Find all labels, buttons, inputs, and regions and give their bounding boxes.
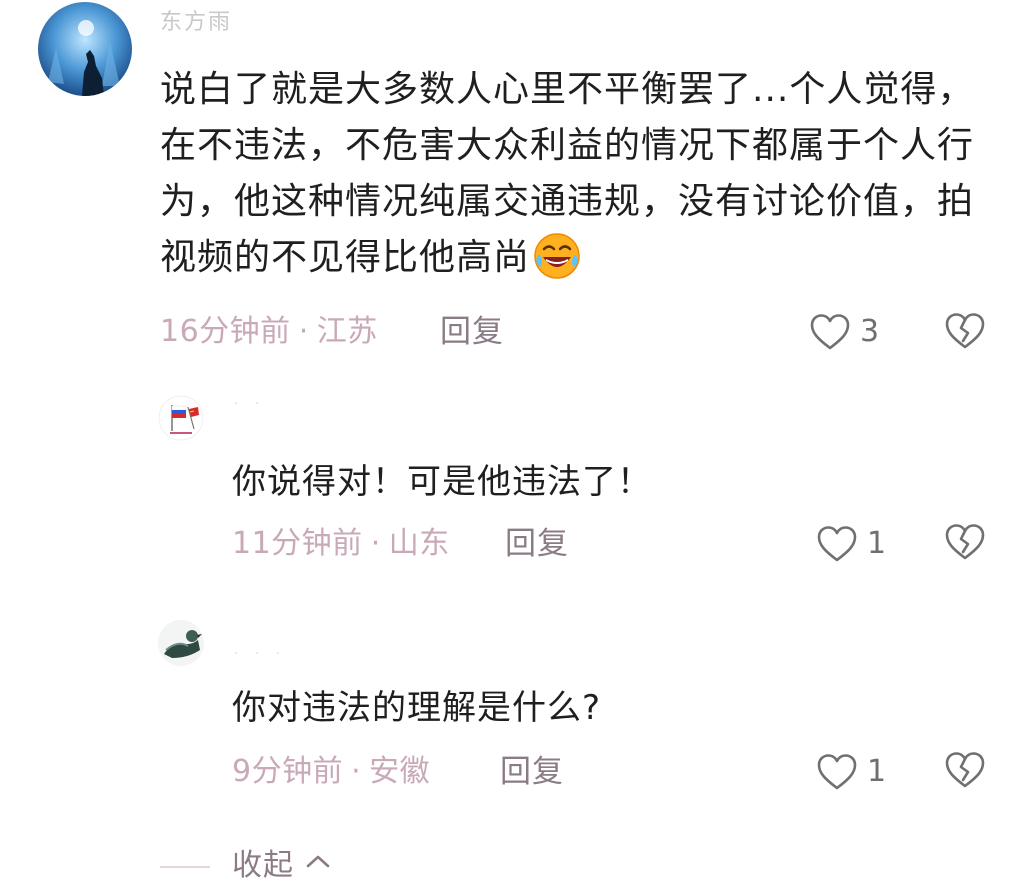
comment-meta: 9分钟前 · 安徽 (232, 752, 430, 792)
heart-icon (817, 754, 857, 790)
heart-icon (810, 314, 850, 350)
meta-separator: · (351, 754, 362, 789)
location: 山东 (388, 526, 450, 561)
timestamp: 9分钟前 (232, 754, 344, 789)
dislike-button[interactable] (943, 522, 987, 566)
location: 安徽 (369, 754, 431, 789)
like-button[interactable]: 1 (815, 522, 887, 566)
comment-meta: 11分钟前 · 山东 (232, 524, 450, 564)
username-placeholder: · · (234, 396, 266, 412)
collapse-label: 收起 (232, 848, 294, 883)
reply-button[interactable]: 回复 (500, 752, 564, 792)
comment-text: 说白了就是大多数人心里不平衡罢了...个人觉得，在不违法，不危害大众利益的情况下… (160, 62, 1000, 286)
reply-text: 你说得对！可是他违法了！ (232, 462, 652, 502)
reply-button[interactable]: 回复 (505, 524, 569, 564)
avatar[interactable] (38, 2, 132, 96)
broken-heart-icon (945, 313, 985, 349)
avatar[interactable] (158, 620, 204, 666)
chevron-up-icon (305, 853, 331, 873)
broken-heart-icon (945, 524, 985, 560)
like-button[interactable]: 3 (808, 310, 888, 354)
dislike-button[interactable] (943, 311, 987, 355)
username-placeholder: · · · (234, 646, 287, 662)
meta-separator: · (370, 526, 381, 561)
face-with-tears-of-joy-icon (532, 231, 582, 281)
like-count: 1 (867, 526, 887, 561)
timestamp: 16分钟前 (160, 314, 291, 349)
reply-text: 你对违法的理解是什么? (232, 688, 602, 728)
meta-separator: · (298, 314, 309, 349)
dislike-button[interactable] (943, 750, 987, 794)
broken-heart-icon (945, 752, 985, 788)
like-count: 3 (860, 314, 880, 349)
comment-meta: 16分钟前 · 江苏 (160, 312, 378, 352)
reply-button[interactable]: 回复 (440, 312, 504, 352)
collapse-button[interactable]: 收起 (232, 846, 331, 886)
flag-avatar-icon (158, 395, 204, 441)
wolf-avatar-icon (38, 2, 132, 96)
bird-avatar-icon (158, 620, 204, 666)
divider (160, 866, 210, 868)
avatar[interactable] (158, 395, 204, 441)
like-button[interactable]: 1 (815, 750, 887, 794)
location: 江苏 (316, 314, 378, 349)
username[interactable]: 东方雨 (160, 10, 232, 32)
collapse-row: 收起 (160, 842, 360, 883)
timestamp: 11分钟前 (232, 526, 363, 561)
heart-icon (817, 526, 857, 562)
comment-thread: 东方雨 说白了就是大多数人心里不平衡罢了...个人觉得，在不违法，不危害大众利益… (0, 0, 1032, 883)
like-count: 1 (867, 754, 887, 789)
